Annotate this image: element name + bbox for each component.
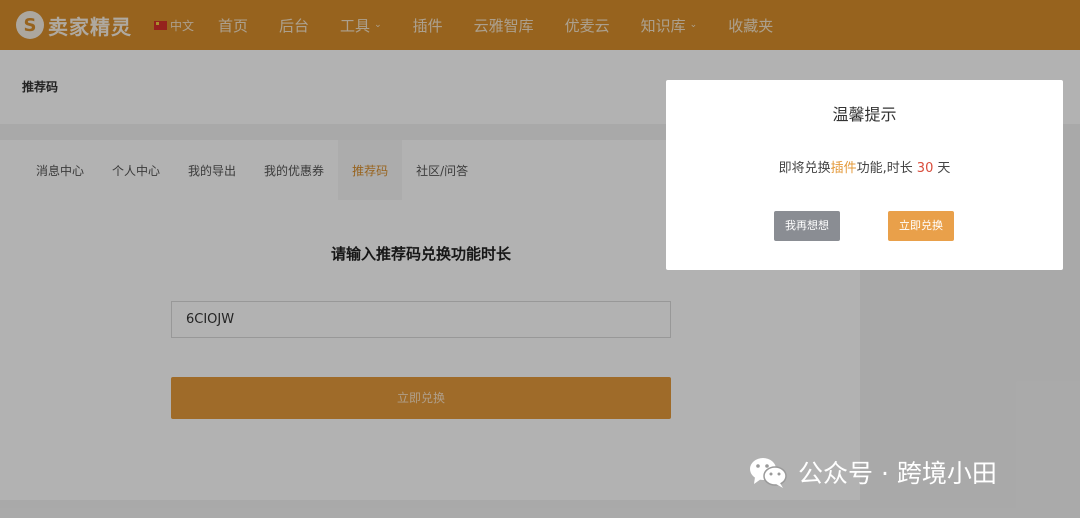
dialog-message: 即将兑换插件功能,时长 30 天 xyxy=(666,157,1063,176)
confirm-redeem-button[interactable]: 立即兑换 xyxy=(888,211,954,241)
dialog-title: 温馨提示 xyxy=(832,105,897,124)
wechat-icon xyxy=(748,455,788,489)
confirm-dialog: 温馨提示 即将兑换插件功能,时长 30 天 我再想想 立即兑换 xyxy=(666,80,1063,270)
cancel-button[interactable]: 我再想想 xyxy=(774,211,840,241)
message-prefix: 即将兑换 xyxy=(778,161,831,176)
message-days: 30 xyxy=(916,161,934,176)
watermark-text: 公众号 · 跨境小田 xyxy=(798,459,997,488)
message-mid: 功能,时长 xyxy=(856,161,913,176)
message-suffix: 天 xyxy=(937,161,951,176)
message-plugin: 插件 xyxy=(830,161,857,176)
watermark: 公众号 · 跨境小田 xyxy=(748,454,997,490)
